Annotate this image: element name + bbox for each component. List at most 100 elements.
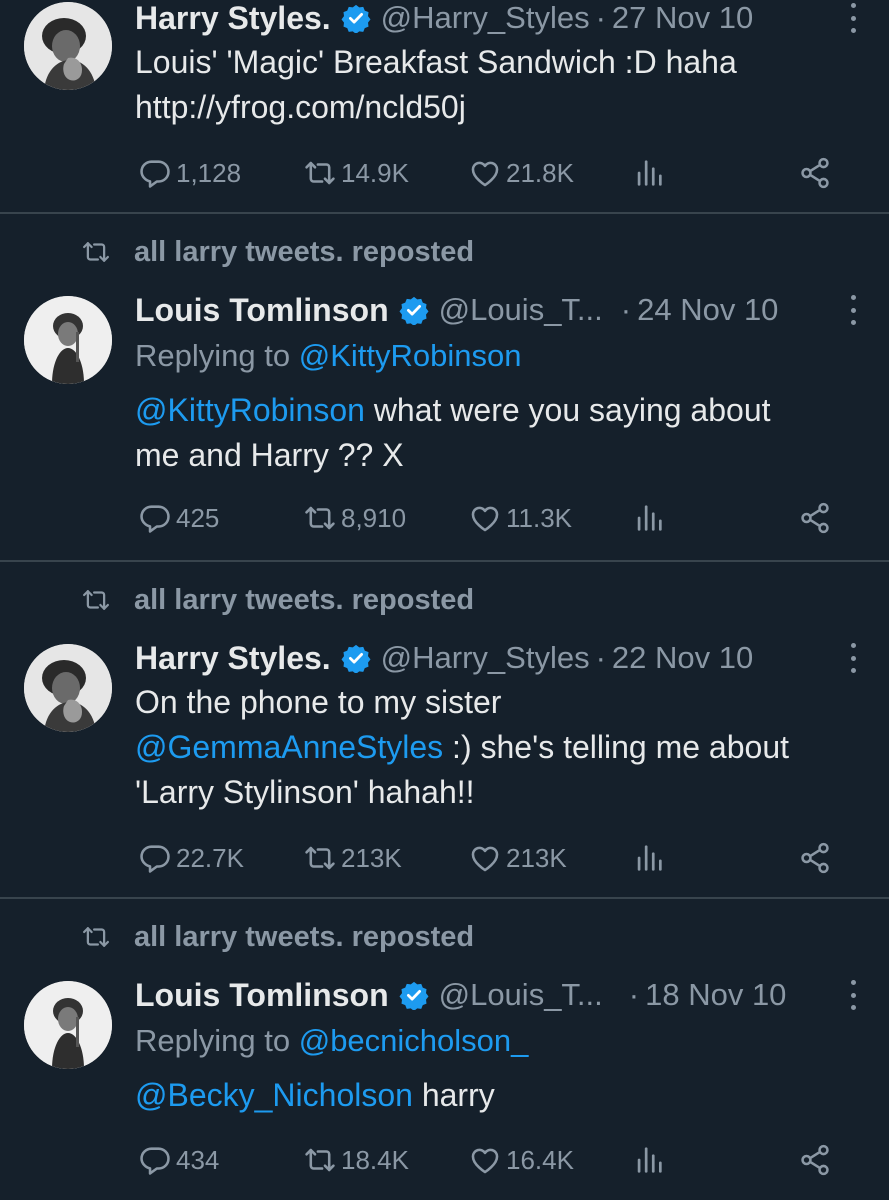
reply-button[interactable]: 434 <box>138 1140 219 1180</box>
like-icon <box>468 501 502 535</box>
repost-button[interactable]: 8,910 <box>303 498 406 538</box>
views-button[interactable] <box>632 498 670 538</box>
tweet[interactable]: all larry tweets. reposted Louis Tomlins… <box>0 899 889 1200</box>
reply-count: 1,128 <box>176 157 242 188</box>
handle[interactable]: @Harry_Styles <box>381 640 590 676</box>
tweet-text-line: 'Larry Stylinson' hahah!! <box>135 774 475 810</box>
handle[interactable]: @Louis_T... <box>439 977 603 1013</box>
tweet-text-line: On the phone to my sister <box>135 684 502 720</box>
replying-to-label: Replying to <box>135 338 299 373</box>
like-count: 16.4K <box>506 1144 574 1175</box>
verified-badge-icon <box>341 3 371 33</box>
reply-button[interactable]: 425 <box>138 498 219 538</box>
repost-icon <box>78 585 114 615</box>
repost-count: 14.9K <box>341 157 409 188</box>
repost-context[interactable]: all larry tweets. reposted <box>78 232 474 272</box>
display-name[interactable]: Harry Styles. <box>135 0 331 37</box>
more-icon[interactable] <box>847 980 859 1010</box>
share-button[interactable] <box>798 838 836 878</box>
views-icon <box>632 841 666 875</box>
action-bar: 22.7K 213K 213K <box>138 838 838 878</box>
tweet-text-line: what were you saying about <box>364 392 771 428</box>
views-button[interactable] <box>632 1140 670 1180</box>
views-button[interactable] <box>632 153 670 193</box>
repost-context[interactable]: all larry tweets. reposted <box>78 580 474 620</box>
verified-badge-icon <box>399 980 429 1010</box>
views-icon <box>632 156 666 190</box>
tweet-link[interactable]: http://yfrog.com/ncld50j <box>135 85 865 130</box>
repost-count: 18.4K <box>341 1144 409 1175</box>
display-name[interactable]: Louis Tomlinson <box>135 977 389 1014</box>
avatar[interactable] <box>24 644 112 732</box>
share-icon <box>798 841 832 875</box>
repost-context[interactable]: all larry tweets. reposted <box>78 917 474 957</box>
replying-to-user[interactable]: @becnicholson_ <box>299 1023 529 1058</box>
avatar[interactable] <box>24 981 112 1069</box>
repost-button[interactable]: 14.9K <box>303 153 409 193</box>
replying-to: Replying to @becnicholson_ <box>135 1023 528 1059</box>
repost-count: 8,910 <box>341 502 407 533</box>
avatar[interactable] <box>24 296 112 384</box>
like-count: 11.3K <box>506 502 573 533</box>
reply-button[interactable]: 22.7K <box>138 838 244 878</box>
reply-count: 425 <box>176 502 220 533</box>
share-icon <box>798 1143 832 1177</box>
share-button[interactable] <box>798 498 836 538</box>
like-count: 21.8K <box>506 157 574 188</box>
share-button[interactable] <box>798 1140 836 1180</box>
timestamp[interactable]: 27 Nov 10 <box>612 0 753 36</box>
like-button[interactable]: 21.8K <box>468 153 574 193</box>
reply-count: 434 <box>176 1144 220 1175</box>
replying-to-user[interactable]: @KittyRobinson <box>299 338 522 373</box>
separator: · <box>595 0 606 35</box>
views-icon <box>632 501 666 535</box>
repost-label: all larry tweets. reposted <box>134 583 475 616</box>
replying-to-label: Replying to <box>135 1023 299 1058</box>
reply-icon <box>138 1143 172 1177</box>
tweet[interactable]: all larry tweets. reposted Louis Tomlins… <box>0 214 889 562</box>
timestamp[interactable]: 18 Nov 10 <box>645 977 786 1013</box>
timestamp[interactable]: 24 Nov 10 <box>637 292 778 328</box>
repost-icon <box>303 1143 337 1177</box>
like-button[interactable]: 213K <box>468 838 567 878</box>
verified-badge-icon <box>341 643 371 673</box>
views-button[interactable] <box>632 838 670 878</box>
display-name[interactable]: Louis Tomlinson <box>135 292 389 329</box>
timeline: Harry Styles. @Harry_Styles · 27 Nov 10 … <box>0 0 889 1200</box>
separator: · <box>595 640 606 675</box>
like-button[interactable]: 16.4K <box>468 1140 574 1180</box>
more-icon[interactable] <box>847 643 859 673</box>
tweet-text: On the phone to my sister @GemmaAnneStyl… <box>135 680 865 815</box>
handle[interactable]: @Louis_T... <box>439 292 603 328</box>
share-button[interactable] <box>798 153 836 193</box>
action-bar: 425 8,910 11.3K <box>138 498 838 538</box>
timestamp[interactable]: 22 Nov 10 <box>612 640 753 676</box>
mention[interactable]: @GemmaAnneStyles <box>135 729 443 765</box>
reply-count: 22.7K <box>176 842 244 873</box>
like-button[interactable]: 11.3K <box>468 498 572 538</box>
tweet-text: @KittyRobinson what were you saying abou… <box>135 388 865 478</box>
more-icon[interactable] <box>847 295 859 325</box>
reply-icon <box>138 156 172 190</box>
reply-button[interactable]: 1,128 <box>138 153 241 193</box>
tweet-header: Louis Tomlinson @Louis_T... · 18 Nov 10 <box>135 973 859 1017</box>
mention[interactable]: @KittyRobinson <box>135 392 365 428</box>
display-name[interactable]: Harry Styles. <box>135 640 331 677</box>
repost-button[interactable]: 213K <box>303 838 402 878</box>
avatar[interactable] <box>24 2 112 90</box>
tweet-text: Louis' 'Magic' Breakfast Sandwich :D hah… <box>135 40 865 130</box>
more-icon[interactable] <box>847 3 859 33</box>
handle[interactable]: @Harry_Styles <box>381 0 590 36</box>
tweet-text: @Becky_Nicholson harry <box>135 1073 865 1118</box>
repost-icon <box>78 922 114 952</box>
mention[interactable]: @Becky_Nicholson <box>135 1077 413 1113</box>
repost-label: all larry tweets. reposted <box>134 235 475 268</box>
tweet[interactable]: Harry Styles. @Harry_Styles · 27 Nov 10 … <box>0 0 889 214</box>
like-icon <box>468 841 502 875</box>
repost-icon <box>303 156 337 190</box>
share-icon <box>798 501 832 535</box>
separator: · <box>620 292 632 327</box>
tweet[interactable]: all larry tweets. reposted Harry Styles.… <box>0 562 889 898</box>
repost-button[interactable]: 18.4K <box>303 1140 409 1180</box>
repost-icon <box>303 501 337 535</box>
